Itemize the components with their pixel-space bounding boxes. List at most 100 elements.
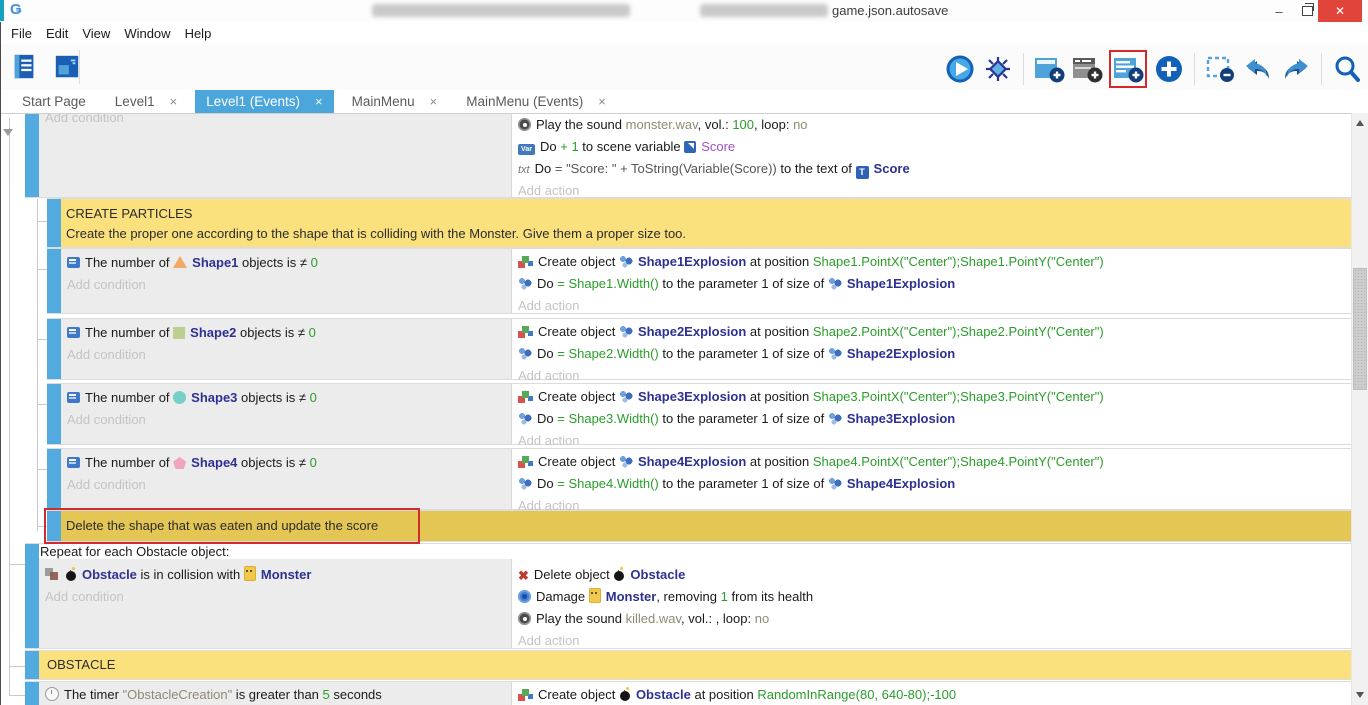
action-line[interactable]: Play the sound monster.wav, vol.: 100, l…: [518, 115, 808, 135]
event-handle[interactable]: [47, 319, 61, 379]
tab-close-icon[interactable]: ×: [430, 94, 438, 109]
tab-close-icon[interactable]: ×: [598, 94, 606, 109]
action-line[interactable]: Create object Obstacle at position Rando…: [518, 685, 956, 705]
action-line[interactable]: Play the sound killed.wav, vol.: , loop:…: [518, 609, 769, 629]
add-action-placeholder[interactable]: Add action: [518, 366, 579, 386]
redo-icon[interactable]: [1280, 53, 1312, 85]
project-manager-icon[interactable]: [9, 51, 41, 83]
condition-line[interactable]: The timer "ObstacleCreation" is greater …: [45, 685, 382, 705]
action-line[interactable]: Do = Shape4.Width() to the parameter 1 o…: [518, 474, 955, 494]
tab-mainmenu[interactable]: MainMenu×: [341, 90, 449, 113]
shape2-icon: [173, 327, 185, 339]
add-action-placeholder[interactable]: Add action: [518, 631, 579, 651]
add-event-circle-icon[interactable]: [1153, 53, 1185, 85]
close-button[interactable]: ✕: [1318, 0, 1362, 22]
tab-mainmenu-events[interactable]: MainMenu (Events)×: [455, 90, 617, 113]
event-handle[interactable]: [25, 651, 39, 679]
add-special-event-icon[interactable]: [1071, 53, 1103, 85]
action-line[interactable]: txtDo = "Score: " + ToString(Variable(Sc…: [518, 159, 910, 179]
condition-line[interactable]: The number of Shape1 objects is ≠ 0: [67, 253, 318, 273]
menu-window[interactable]: Window: [122, 26, 172, 41]
event-handle[interactable]: [47, 449, 61, 509]
add-action-placeholder[interactable]: Add action: [518, 296, 579, 316]
actions-cell[interactable]: Create object Shape1Explosion at positio…: [512, 249, 1352, 313]
add-condition-placeholder[interactable]: Add condition: [67, 475, 146, 495]
particles-icon: [828, 477, 842, 490]
tab-level1-events[interactable]: Level1 (Events)×: [195, 90, 333, 113]
play-icon[interactable]: [944, 53, 976, 85]
action-line[interactable]: Create object Shape1Explosion at positio…: [518, 252, 1104, 272]
action-line[interactable]: Create object Shape2Explosion at positio…: [518, 322, 1104, 342]
event-handle[interactable]: [47, 511, 61, 541]
tab-close-icon[interactable]: ×: [315, 94, 323, 109]
annotation-red-box-toolbar: [1109, 50, 1147, 88]
scrollbar-thumb[interactable]: [1353, 268, 1367, 390]
event-handle[interactable]: [47, 384, 61, 444]
event-handle[interactable]: [25, 544, 39, 648]
comment-block-selected[interactable]: Delete the shape that was eaten and upda…: [61, 511, 1352, 541]
actions-cell[interactable]: Create object Shape4Explosion at positio…: [512, 449, 1352, 509]
scroll-down-icon[interactable]: [1356, 692, 1364, 698]
scroll-up-icon[interactable]: [1356, 120, 1364, 126]
condition-line[interactable]: The number of Shape3 objects is ≠ 0: [67, 388, 317, 408]
comment-row[interactable]: OBSTACLE: [25, 651, 1352, 679]
action-line[interactable]: Create object Shape3Explosion at positio…: [518, 387, 1104, 407]
action-line[interactable]: Do = Shape2.Width() to the parameter 1 o…: [518, 344, 955, 364]
conditions-cell[interactable]: The number of Shape2 objects is ≠ 0 Add …: [61, 319, 512, 379]
actions-cell[interactable]: Create object Shape3Explosion at positio…: [512, 384, 1352, 444]
condition-line[interactable]: Obstacle is in collision with Monster: [45, 565, 311, 585]
deselect-all-icon[interactable]: [1204, 53, 1236, 85]
action-line[interactable]: Damage Monster, removing 1 from its heal…: [518, 587, 813, 607]
condition-line[interactable]: The number of Shape4 objects is ≠ 0: [67, 453, 317, 473]
conditions-cell[interactable]: Obstacle is in collision with Monster Ad…: [39, 559, 512, 648]
add-action-placeholder[interactable]: Add action: [518, 431, 579, 451]
condition-line[interactable]: The number of Shape2 objects is ≠ 0: [67, 323, 316, 343]
actions-cell[interactable]: Create object Shape2Explosion at positio…: [512, 319, 1352, 379]
actions-cell[interactable]: Play the sound monster.wav, vol.: 100, l…: [512, 114, 1352, 197]
add-condition-placeholder[interactable]: Add condition: [45, 113, 124, 128]
action-line[interactable]: Do = Shape1.Width() to the parameter 1 o…: [518, 274, 955, 294]
event-handle[interactable]: [47, 199, 61, 247]
repeat-header[interactable]: Repeat for each Obstacle object:: [40, 544, 1352, 559]
action-line[interactable]: Do = Shape3.Width() to the parameter 1 o…: [518, 409, 955, 429]
vertical-scrollbar[interactable]: [1351, 113, 1368, 705]
search-icon[interactable]: [1331, 53, 1363, 85]
menu-file[interactable]: File: [9, 26, 34, 41]
comment-row[interactable]: CREATE PARTICLES Create the proper one a…: [47, 199, 1352, 247]
menu-help[interactable]: Help: [183, 26, 214, 41]
maximize-button[interactable]: [1294, 0, 1320, 22]
tab-start-page[interactable]: Start Page: [11, 90, 97, 113]
obstacle-icon: [65, 567, 77, 581]
menu-view[interactable]: View: [80, 26, 112, 41]
collapse-toggle-icon[interactable]: [3, 129, 13, 136]
conditions-cell[interactable]: The number of Shape3 objects is ≠ 0 Add …: [61, 384, 512, 444]
conditions-cell[interactable]: The number of Shape4 objects is ≠ 0 Add …: [61, 449, 512, 509]
conditions-cell[interactable]: The number of Shape1 objects is ≠ 0 Add …: [61, 249, 512, 313]
add-action-placeholder[interactable]: Add action: [518, 181, 579, 201]
event-handle[interactable]: [25, 114, 39, 197]
debugger-bug-icon[interactable]: [982, 53, 1014, 85]
undo-icon[interactable]: [1242, 53, 1274, 85]
comment-row[interactable]: Delete the shape that was eaten and upda…: [47, 511, 1352, 541]
comment-block[interactable]: CREATE PARTICLES Create the proper one a…: [61, 199, 1352, 247]
actions-cell[interactable]: Create object Obstacle at position Rando…: [512, 682, 1352, 705]
add-condition-placeholder[interactable]: Add condition: [45, 587, 124, 607]
action-line[interactable]: ✖Delete object Obstacle: [518, 565, 685, 585]
add-comment-event-icon[interactable]: [1112, 53, 1144, 85]
conditions-cell[interactable]: Add condition: [39, 114, 512, 197]
tab-close-icon[interactable]: ×: [170, 94, 178, 109]
minimize-button[interactable]: –: [1266, 0, 1292, 22]
add-condition-placeholder[interactable]: Add condition: [67, 410, 146, 430]
action-line[interactable]: VarDo + 1 to scene variable Score: [518, 137, 735, 157]
add-condition-placeholder[interactable]: Add condition: [67, 345, 146, 365]
menu-edit[interactable]: Edit: [44, 26, 70, 41]
add-condition-placeholder[interactable]: Add condition: [67, 275, 146, 295]
event-handle[interactable]: [25, 682, 39, 705]
action-line[interactable]: Create object Shape4Explosion at positio…: [518, 452, 1104, 472]
conditions-cell[interactable]: The timer "ObstacleCreation" is greater …: [39, 682, 512, 705]
actions-cell[interactable]: ✖Delete object Obstacle Damage Monster, …: [512, 559, 1352, 648]
event-handle[interactable]: [47, 249, 61, 313]
tab-level1[interactable]: Level1×: [104, 90, 188, 113]
comment-block[interactable]: OBSTACLE: [39, 651, 1352, 679]
add-new-event-icon[interactable]: [1033, 53, 1065, 85]
